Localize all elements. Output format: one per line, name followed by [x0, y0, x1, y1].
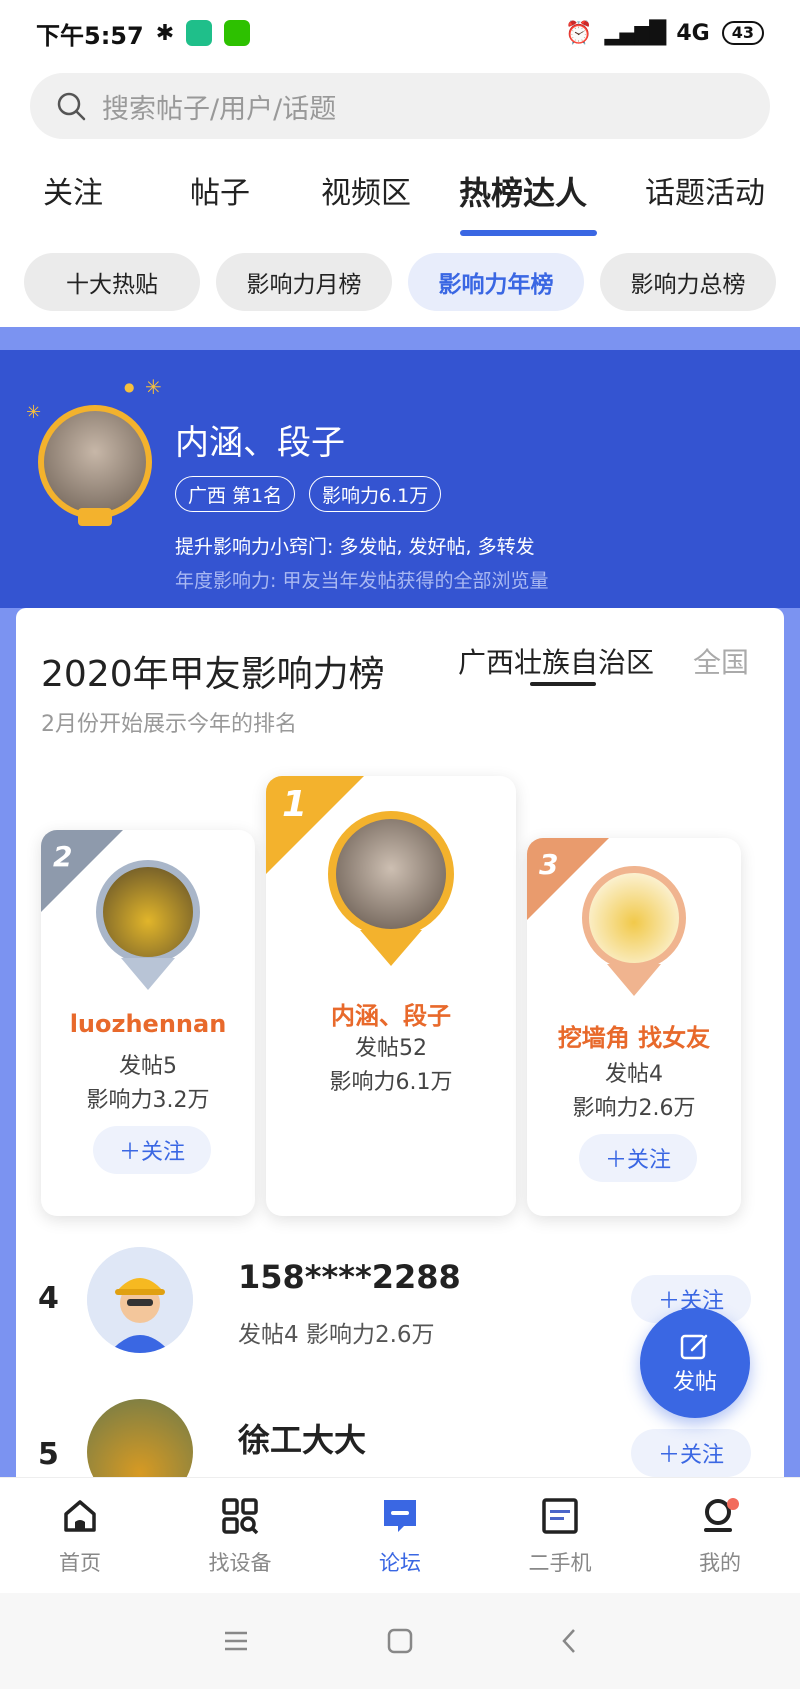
podium-posts: 发帖52 — [355, 1036, 427, 1061]
back-icon[interactable] — [556, 1627, 584, 1655]
bluetooth-icon: ✱ — [155, 20, 175, 46]
nav-home[interactable]: 首页 — [20, 1496, 140, 1577]
sparkle-icon: ✳ — [26, 402, 42, 423]
search-bar[interactable]: 搜索帖子/用户/话题 — [30, 73, 770, 139]
medal-ribbon-icon — [360, 930, 422, 966]
follow-button[interactable]: ＋关注 — [631, 1429, 751, 1477]
podium-influence: 影响力2.6万 — [572, 1096, 696, 1121]
chip-yearly[interactable]: 影响力年榜 — [408, 253, 584, 311]
nav-mine[interactable]: 我的 — [660, 1496, 780, 1577]
podium-posts: 发帖4 — [605, 1062, 663, 1087]
tab-follow[interactable]: 关注 — [43, 168, 103, 212]
alarm-icon: ⏰ — [565, 20, 593, 46]
podium-posts: 发帖5 — [119, 1054, 177, 1079]
status-time: 下午5:57 — [36, 21, 144, 50]
network-label: 4G — [676, 20, 710, 46]
tab-topics[interactable]: 话题活动 — [645, 168, 765, 212]
battery-indicator: 43 — [721, 21, 764, 45]
app-notification-icon — [186, 20, 213, 46]
podium-influence: 影响力3.2万 — [86, 1088, 210, 1113]
edit-icon — [680, 1334, 708, 1360]
board-subtitle: 2月份开始展示今年的排名 — [41, 712, 297, 737]
nav-forum[interactable]: 论坛 — [340, 1496, 460, 1577]
user-icon — [704, 1498, 739, 1532]
avatar — [582, 866, 686, 970]
podium-third[interactable]: 3 挖墙角 找女友 发帖4 影响力2.6万 ＋关注 — [527, 838, 741, 1216]
ranking-chips: 十大热贴 影响力月榜 影响力年榜 影响力总榜 — [24, 253, 784, 311]
nav-forum-label: 论坛 — [379, 1551, 421, 1575]
hero-avatar[interactable] — [38, 405, 152, 519]
signal-icon: ▂▄▆█ — [604, 20, 667, 46]
rank-number: 2 — [53, 840, 73, 873]
nav-home-label: 首页 — [59, 1551, 101, 1575]
podium-username: 内涵、段子 — [331, 1002, 451, 1030]
list-stats: 发帖4 影响力2.6万 — [238, 1322, 435, 1348]
follow-button[interactable]: ＋关注 — [93, 1126, 211, 1174]
menu-icon[interactable] — [222, 1627, 250, 1655]
medal-ribbon-icon — [78, 508, 112, 526]
list-username: 徐工大大 — [238, 1421, 367, 1459]
search-icon — [57, 92, 86, 121]
rank-number: 3 — [539, 848, 559, 881]
podium-username: 挖墙角 找女友 — [557, 1024, 711, 1052]
follow-button[interactable]: ＋关注 — [579, 1134, 697, 1182]
bottom-nav: 首页 找设备 论坛 二手机 我的 — [0, 1477, 800, 1593]
podium-first[interactable]: 1 内涵、段子 发帖52 影响力6.1万 — [266, 776, 516, 1216]
avatar[interactable] — [87, 1247, 193, 1353]
sparkle-icon: ✳ — [145, 375, 162, 399]
grid-search-icon — [222, 1498, 259, 1535]
new-post-button[interactable]: 发帖 — [640, 1308, 750, 1418]
nav-second-hand-label: 二手机 — [528, 1551, 592, 1575]
chip-top-ten[interactable]: 十大热贴 — [24, 253, 200, 311]
list-rank: 5 — [38, 1437, 59, 1472]
home-icon — [64, 1500, 96, 1532]
sparkle-icon: ● — [124, 380, 135, 394]
nav-mine-label: 我的 — [699, 1551, 741, 1575]
region-tab[interactable]: 广西壮族自治区 — [458, 641, 654, 681]
hero-region-rank: 广西 第1名 — [175, 476, 296, 512]
system-nav-bar — [0, 1593, 800, 1689]
tab-posts[interactable]: 帖子 — [190, 168, 250, 212]
wechat-icon — [224, 20, 251, 46]
region-tab-indicator — [530, 682, 596, 686]
hero-influence: 影响力6.1万 — [309, 476, 442, 512]
home-square-icon[interactable] — [386, 1627, 414, 1655]
hero-tip: 提升影响力小窍门: 多发帖, 发好帖, 多转发 — [175, 536, 535, 558]
search-placeholder: 搜索帖子/用户/话题 — [102, 93, 337, 125]
podium-username: luozhennan — [69, 1010, 227, 1038]
chat-bubble-icon — [384, 1500, 416, 1532]
hero-definition: 年度影响力: 甲友当年发帖获得的全部浏览量 — [175, 570, 549, 592]
hero-username: 内涵、段子 — [175, 423, 345, 463]
chip-total[interactable]: 影响力总榜 — [600, 253, 776, 311]
avatar — [96, 860, 200, 964]
list-rank: 4 — [38, 1281, 59, 1316]
top-tabs: 关注 帖子 视频区 热榜达人 话题活动 — [0, 160, 800, 236]
medal-ribbon-icon — [607, 964, 661, 996]
chip-monthly[interactable]: 影响力月榜 — [216, 253, 392, 311]
worker-avatar-icon — [87, 1247, 193, 1353]
podium-influence: 影响力6.1万 — [329, 1070, 453, 1095]
list-username: 158****2288 — [238, 1258, 461, 1296]
tab-video[interactable]: 视频区 — [321, 168, 411, 212]
medal-ribbon-icon — [121, 958, 175, 990]
nav-find-label: 找设备 — [208, 1551, 272, 1575]
rank-number: 1 — [282, 784, 308, 825]
board-title: 2020年甲友影响力榜 — [41, 654, 385, 695]
status-bar: 下午5:57 ✱ ⏰ ▂▄▆█ 4G 43 — [0, 0, 800, 66]
podium-second[interactable]: 2 luozhennan 发帖5 影响力3.2万 ＋关注 — [41, 830, 255, 1216]
new-post-label: 发帖 — [672, 1370, 717, 1395]
tab-indicator — [460, 230, 597, 236]
tab-hot-experts[interactable]: 热榜达人 — [459, 168, 587, 214]
document-icon — [542, 1498, 578, 1534]
nav-find-equipment[interactable]: 找设备 — [180, 1496, 300, 1577]
national-tab[interactable]: 全国 — [693, 641, 749, 681]
avatar — [328, 811, 454, 937]
nav-second-hand[interactable]: 二手机 — [500, 1496, 620, 1577]
